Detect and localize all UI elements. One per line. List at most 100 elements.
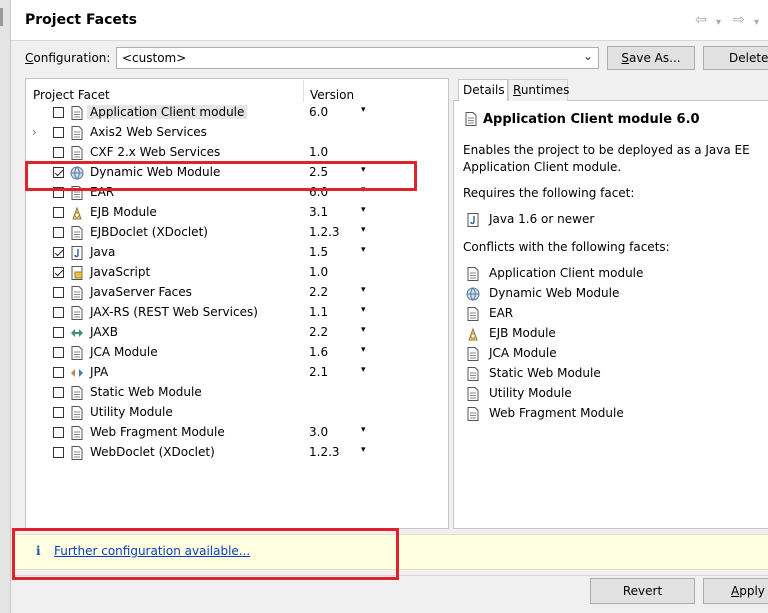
facet-checkbox[interactable]	[53, 367, 64, 378]
facet-version: 1.5	[309, 245, 329, 259]
table-row[interactable]: Utility Module	[27, 403, 447, 423]
conflicts-label: Conflicts with the following facets:	[463, 240, 670, 254]
page-icon	[71, 386, 83, 400]
page-icon	[467, 347, 479, 361]
page-icon	[467, 267, 479, 281]
back-history-dropdown[interactable]: ▾	[716, 13, 721, 33]
facet-checkbox[interactable]	[53, 267, 64, 278]
facet-checkbox[interactable]	[53, 287, 64, 298]
highlight-box-further-config	[12, 528, 399, 580]
jaxb-icon	[71, 329, 83, 337]
facet-version: 3.1	[309, 205, 329, 219]
forward-arrow-icon[interactable]: ⇨	[733, 10, 745, 30]
facet-checkbox[interactable]	[53, 247, 64, 258]
version-dropdown[interactable]: ▾	[361, 225, 366, 235]
facet-name: JavaServer Faces	[90, 285, 192, 299]
page-title: Project Facets	[25, 12, 137, 28]
revert-button[interactable]: Revert	[590, 578, 695, 604]
version-dropdown[interactable]: ▾	[361, 365, 366, 375]
facet-checkbox[interactable]	[53, 447, 64, 458]
apply-button[interactable]: Apply	[703, 578, 768, 604]
delete-button[interactable]: Delete	[703, 46, 768, 70]
revert-label: Revert	[622, 584, 663, 598]
facet-checkbox[interactable]	[53, 407, 64, 418]
facet-version: 1.2.3	[309, 225, 340, 239]
table-row[interactable]: JPA 2.1 ▾	[27, 363, 447, 383]
table-row[interactable]: JavaScript 1.0	[27, 263, 447, 283]
table-row[interactable]: JAX-RS (REST Web Services) 1.1 ▾	[27, 303, 447, 323]
facet-name: WebDoclet (XDoclet)	[90, 445, 215, 459]
left-edge	[0, 0, 11, 613]
version-dropdown[interactable]: ▾	[361, 305, 366, 315]
facet-name: Static Web Module	[90, 385, 202, 399]
java-icon	[71, 246, 83, 260]
page-icon	[71, 146, 83, 160]
list-item: Dynamic Web Module	[465, 284, 765, 304]
column-header-version[interactable]: Version	[310, 88, 354, 102]
list-item: EAR	[465, 304, 765, 324]
version-dropdown[interactable]: ▾	[361, 425, 366, 435]
page-icon	[71, 286, 83, 300]
facet-name: JPA	[90, 365, 109, 379]
configuration-combo[interactable]: <custom> ⌄	[116, 47, 599, 69]
facet-checkbox[interactable]	[53, 347, 64, 358]
table-row[interactable]: JCA Module 1.6 ▾	[27, 343, 447, 363]
expander-icon[interactable]: ›	[32, 125, 37, 139]
facet-checkbox[interactable]	[53, 227, 64, 238]
version-dropdown[interactable]: ▾	[361, 445, 366, 455]
facet-name: Axis2 Web Services	[90, 125, 207, 139]
table-row[interactable]: JAXB 2.2 ▾	[27, 323, 447, 343]
version-dropdown[interactable]: ▾	[361, 105, 366, 115]
forward-history-dropdown[interactable]: ▾	[754, 13, 759, 33]
chevron-down-icon: ⌄	[582, 49, 593, 63]
column-separator[interactable]	[303, 80, 304, 102]
facet-name: CXF 2.x Web Services	[90, 145, 221, 159]
back-arrow-icon[interactable]: ⇦	[695, 10, 707, 30]
table-row[interactable]: WebDoclet (XDoclet) 1.2.3 ▾	[27, 443, 447, 463]
list-item-label: Web Fragment Module	[489, 406, 624, 420]
facet-checkbox[interactable]	[53, 207, 64, 218]
table-row[interactable]: JavaServer Faces 2.2 ▾	[27, 283, 447, 303]
version-dropdown[interactable]: ▾	[361, 325, 366, 335]
facet-version: 1.0	[309, 265, 329, 279]
tab-runtimes[interactable]: Runtimes	[508, 79, 569, 101]
facet-checkbox[interactable]	[53, 127, 64, 138]
page-icon	[71, 226, 83, 240]
apply-mnemonic: A	[731, 584, 740, 598]
table-row[interactable]: EJBDoclet (XDoclet) 1.2.3 ▾	[27, 223, 447, 243]
table-row[interactable]: › Axis2 Web Services	[27, 123, 447, 143]
apply-label: pply	[739, 584, 765, 598]
column-header-facet[interactable]: Project Facet	[33, 88, 110, 102]
delete-label: Delete	[729, 51, 768, 65]
tab-runtimes-mnemonic: R	[513, 83, 521, 97]
facet-checkbox[interactable]	[53, 387, 64, 398]
facet-checkbox[interactable]	[53, 327, 64, 338]
tab-details-label: Details	[463, 83, 505, 97]
version-dropdown[interactable]: ▾	[361, 245, 366, 255]
facet-name: JAX-RS (REST Web Services)	[90, 305, 258, 319]
table-row[interactable]: Static Web Module	[27, 383, 447, 403]
table-row[interactable]: Web Fragment Module 3.0 ▾	[27, 423, 447, 443]
table-row[interactable]: Application Client module 6.0 ▾	[27, 103, 447, 123]
table-row[interactable]: Java 1.5 ▾	[27, 243, 447, 263]
facet-checkbox[interactable]	[53, 147, 64, 158]
version-dropdown[interactable]: ▾	[361, 285, 366, 295]
save-as-button[interactable]: Save As...	[607, 46, 695, 70]
facet-checkbox[interactable]	[53, 427, 64, 438]
configuration-value: <custom>	[122, 51, 187, 65]
bean-icon	[468, 327, 478, 341]
js-icon	[71, 266, 83, 280]
facet-checkbox[interactable]	[53, 307, 64, 318]
version-dropdown[interactable]: ▾	[361, 345, 366, 355]
facet-name: Application Client module	[87, 105, 248, 119]
version-dropdown[interactable]: ▾	[361, 205, 366, 215]
facet-version: 2.2	[309, 285, 329, 299]
list-item-label: Application Client module	[489, 266, 644, 280]
facet-checkbox[interactable]	[53, 107, 64, 118]
globe-icon	[466, 287, 480, 301]
page-icon	[71, 306, 83, 320]
facet-version: 3.0	[309, 425, 329, 439]
table-row[interactable]: EJB Module 3.1 ▾	[27, 203, 447, 223]
tab-details[interactable]: Details	[458, 79, 508, 101]
table-row[interactable]: CXF 2.x Web Services 1.0	[27, 143, 447, 163]
